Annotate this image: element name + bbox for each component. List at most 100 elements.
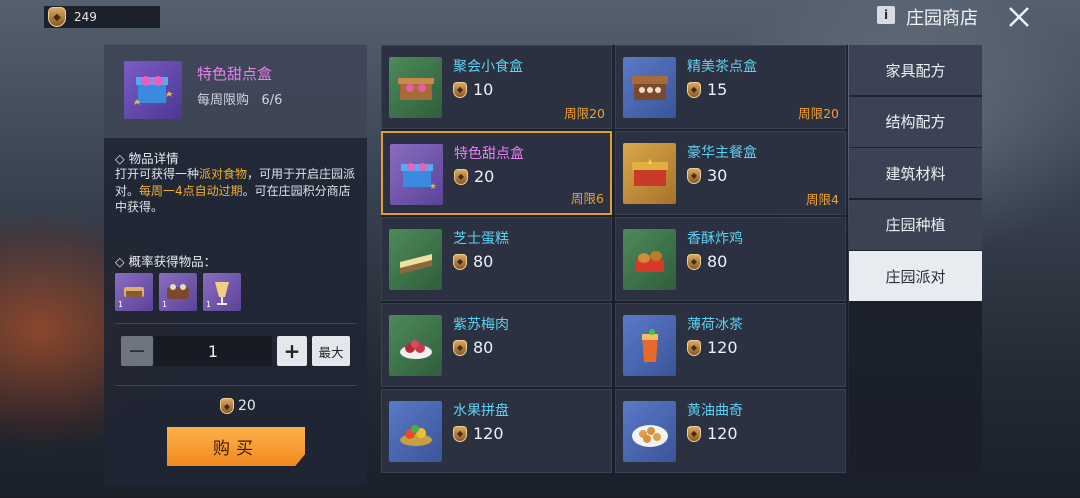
drop-list: 1 1 1 (115, 273, 241, 311)
shop-item-card[interactable]: 水果拼盘 ◆ 120 (381, 389, 612, 473)
item-price: ◆ 15 (687, 80, 727, 99)
info-icon[interactable]: i (877, 6, 895, 24)
item-price-value: 15 (707, 80, 728, 99)
tab-structure-recipes[interactable]: 结构配方 (849, 96, 982, 147)
item-weekly-limit: 周限4 (806, 192, 839, 207)
drop-item[interactable]: 1 (115, 273, 153, 311)
item-weekly-limit: 周限6 (571, 191, 604, 206)
shop-item-card-selected[interactable]: 特色甜点盒 ◆ 20 周限6 (381, 131, 612, 215)
manor-point-coin-icon: ◆ (687, 425, 701, 442)
manor-point-coin-icon: ◆ (453, 339, 467, 356)
drop-qty: 1 (118, 300, 124, 309)
total-price: ◆ 20 (220, 398, 256, 414)
quantity-input[interactable]: 1 (154, 336, 272, 366)
butter-cookie-image (623, 401, 676, 462)
item-price-value: 80 (707, 252, 728, 271)
decrease-button[interactable]: − (121, 336, 153, 366)
item-name: 香酥炸鸡 (687, 231, 743, 247)
shop-item-card[interactable]: 聚会小食盒 ◆ 10 周限20 (381, 45, 612, 129)
item-name: 薄荷冰茶 (687, 317, 743, 333)
cheesecake-image (389, 229, 442, 290)
manor-point-coin-icon: ◆ (687, 339, 701, 356)
drop-qty: 1 (162, 300, 168, 309)
manor-point-coin-icon: ◆ (454, 168, 468, 185)
dessert-box-image (124, 61, 182, 119)
item-price: ◆ 80 (453, 252, 493, 271)
drop-qty: 1 (206, 300, 212, 309)
manor-point-coin-icon: ◆ (687, 167, 701, 184)
close-icon[interactable] (1004, 2, 1034, 32)
item-weekly-limit: 周限20 (798, 106, 839, 121)
tab-manor-party[interactable]: 庄园派对 (849, 251, 982, 301)
manor-point-coin-icon: ◆ (48, 7, 66, 27)
divider (115, 323, 357, 324)
item-price-value: 30 (707, 166, 728, 185)
item-price: ◆ 10 (453, 80, 493, 99)
shop-item-card[interactable]: 香酥炸鸡 ◆ 80 (615, 217, 846, 301)
item-price-value: 80 (473, 252, 494, 271)
increase-button[interactable]: + (277, 336, 307, 366)
max-button[interactable]: 最大 (312, 336, 350, 366)
item-price-value: 80 (473, 338, 494, 357)
fruit-platter-image (389, 401, 442, 462)
manor-point-coin-icon: ◆ (687, 253, 701, 270)
tea-snack-box-image (623, 57, 676, 118)
item-name: 豪华主餐盒 (687, 145, 757, 161)
desc-highlight: 每周一4点自动过期 (139, 183, 243, 198)
shop-item-card[interactable]: 豪华主餐盒 ◆ 30 周限4 (615, 131, 846, 215)
divider (115, 385, 357, 386)
item-price-value: 120 (707, 338, 738, 357)
item-grid: 聚会小食盒 ◆ 10 周限20 精美茶点盒 ◆ 15 周限20 特色甜点盒 ◆ 20 … (381, 45, 848, 478)
deluxe-meal-box-image (623, 143, 676, 204)
item-name: 特色甜点盒 (197, 65, 273, 83)
drop-item[interactable]: 1 (159, 273, 197, 311)
buy-button[interactable]: 购买 (167, 427, 305, 466)
quantity-stepper: − 1 + 最大 (121, 336, 350, 366)
item-detail-header: 特色甜点盒 每周限购 6/6 (104, 45, 367, 138)
manor-point-coin-icon: ◆ (220, 398, 234, 414)
item-price: ◆ 20 (454, 167, 494, 186)
weekly-limit-value: 6/6 (261, 93, 283, 108)
item-name: 特色甜点盒 (454, 146, 524, 162)
item-name: 精美茶点盒 (687, 59, 757, 75)
perilla-plum-meat-image (389, 315, 442, 376)
item-price-value: 120 (473, 424, 504, 443)
shop-item-card[interactable]: 紫苏梅肉 ◆ 80 (381, 303, 612, 387)
desc-highlight: 派对食物 (199, 167, 248, 181)
item-price: ◆ 80 (687, 252, 727, 271)
dessert-box-image (390, 144, 443, 205)
item-price-value: 20 (474, 167, 495, 186)
item-detail-panel: 特色甜点盒 每周限购 6/6 ◇ 物品详情 打开可获得一种派对食物，可用于开启庄… (104, 45, 367, 485)
item-name: 聚会小食盒 (453, 59, 523, 75)
fried-chicken-image (623, 229, 676, 290)
manor-point-coin-icon: ◆ (687, 81, 701, 98)
category-tabs: 家具配方 结构配方 建筑材料 庄园种植 庄园派对 (849, 45, 982, 478)
tab-manor-planting[interactable]: 庄园种植 (849, 199, 982, 250)
item-name: 黄油曲奇 (687, 403, 743, 419)
manor-point-coin-icon: ◆ (453, 425, 467, 442)
item-price-value: 120 (707, 424, 738, 443)
shop-item-card[interactable]: 芝士蛋糕 ◆ 80 (381, 217, 612, 301)
shop-item-card[interactable]: 黄油曲奇 ◆ 120 (615, 389, 846, 473)
item-price: ◆ 30 (687, 166, 727, 185)
tab-building-materials[interactable]: 建筑材料 (849, 148, 982, 198)
item-price-value: 10 (473, 80, 494, 99)
mint-iced-tea-image (623, 315, 676, 376)
tab-furniture-recipes[interactable]: 家具配方 (849, 45, 982, 95)
details-heading: ◇ 物品详情 (115, 151, 179, 166)
drop-item[interactable]: 1 (203, 273, 241, 311)
item-price: ◆ 80 (453, 338, 493, 357)
item-weekly-limit: 周限20 (564, 106, 605, 121)
item-price: ◆ 120 (687, 338, 738, 357)
item-price: ◆ 120 (453, 424, 504, 443)
desc-part: 打开可获得一种 (115, 167, 200, 181)
item-price: ◆ 120 (687, 424, 738, 443)
currency-display: ◆ 249 (44, 6, 160, 28)
manor-point-coin-icon: ◆ (453, 81, 467, 98)
shop-item-card[interactable]: 精美茶点盒 ◆ 15 周限20 (615, 45, 846, 129)
shop-item-card[interactable]: 薄荷冰茶 ◆ 120 (615, 303, 846, 387)
weekly-limit-label: 每周限购 (197, 93, 250, 108)
item-name: 紫苏梅肉 (453, 317, 509, 333)
party-snack-box-image (389, 57, 442, 118)
drops-heading: ◇ 概率获得物品： (115, 254, 217, 269)
